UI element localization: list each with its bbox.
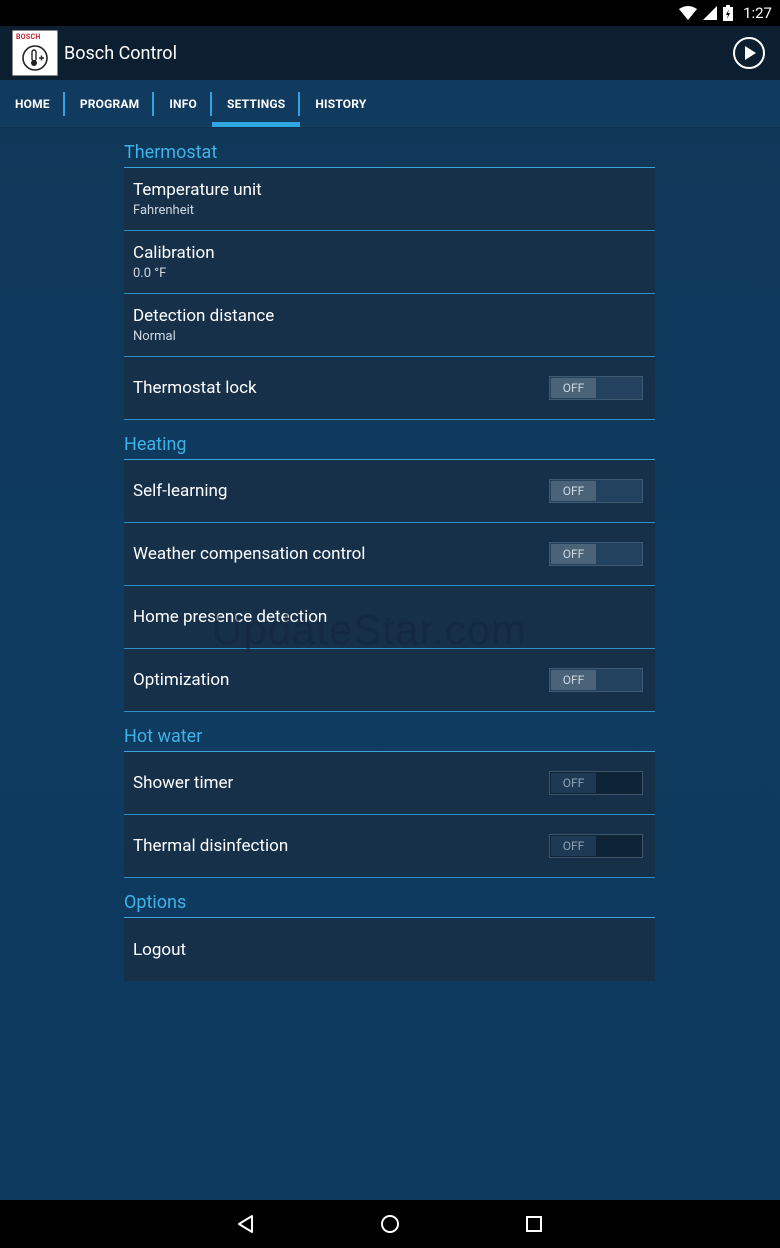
setting-calibration[interactable]: Calibration 0.0 °F xyxy=(124,231,655,294)
section-header-thermostat: Thermostat xyxy=(124,128,655,168)
tab-home[interactable]: HOME xyxy=(0,80,65,127)
cell-signal-icon xyxy=(703,6,718,20)
tab-bar: HOME PROGRAM INFO SETTINGS HISTORY xyxy=(0,80,780,128)
thermostat-icon xyxy=(22,45,48,71)
setting-title: Thermostat lock xyxy=(133,378,257,398)
thermostat-lock-toggle[interactable]: OFF xyxy=(549,376,643,400)
battery-icon xyxy=(723,5,734,21)
setting-value: Normal xyxy=(133,329,176,344)
toggle-state-label: OFF xyxy=(551,544,596,564)
wifi-icon xyxy=(679,6,698,20)
setting-title: Home presence detection xyxy=(133,607,328,627)
back-icon xyxy=(238,1215,253,1233)
app-title: Bosch Control xyxy=(64,42,177,64)
setting-thermostat-lock: Thermostat lock OFF xyxy=(124,357,655,420)
toggle-state-label: OFF xyxy=(551,378,596,398)
settings-list: Thermostat Temperature unit Fahrenheit C… xyxy=(124,128,655,981)
setting-title: Self-learning xyxy=(133,481,228,501)
setting-weather-compensation: Weather compensation control OFF xyxy=(124,523,655,586)
status-bar: 1:27 xyxy=(0,0,780,26)
setting-title: Optimization xyxy=(133,670,230,690)
home-button[interactable] xyxy=(378,1212,402,1236)
setting-home-presence-detection[interactable]: Home presence detection xyxy=(124,586,655,649)
status-time: 1:27 xyxy=(743,4,772,22)
section-header-hot-water: Hot water xyxy=(124,712,655,752)
section-header-options: Options xyxy=(124,878,655,918)
tab-program[interactable]: PROGRAM xyxy=(65,80,155,127)
setting-title: Weather compensation control xyxy=(133,544,366,564)
setting-title: Shower timer xyxy=(133,773,234,793)
toggle-state-label: OFF xyxy=(551,481,596,501)
self-learning-toggle[interactable]: OFF xyxy=(549,479,643,503)
recents-square-icon xyxy=(526,1216,542,1232)
setting-logout[interactable]: Logout xyxy=(124,918,655,981)
tab-info[interactable]: INFO xyxy=(154,80,212,127)
toggle-state-label: OFF xyxy=(551,670,596,690)
shower-timer-toggle[interactable]: OFF xyxy=(549,771,643,795)
setting-title: Temperature unit xyxy=(133,180,262,200)
back-button[interactable] xyxy=(234,1212,258,1236)
section-header-heating: Heating xyxy=(124,420,655,460)
toggle-state-label: OFF xyxy=(551,773,596,793)
navigation-bar xyxy=(0,1200,780,1248)
setting-thermal-disinfection: Thermal disinfection OFF xyxy=(124,815,655,878)
setting-title: Calibration xyxy=(133,243,215,263)
recents-button[interactable] xyxy=(522,1212,546,1236)
setting-value: Fahrenheit xyxy=(133,203,195,218)
setting-shower-timer: Shower timer OFF xyxy=(124,752,655,815)
thermal-disinfection-toggle[interactable]: OFF xyxy=(549,834,643,858)
setting-title: Detection distance xyxy=(133,306,275,326)
setting-temperature-unit[interactable]: Temperature unit Fahrenheit xyxy=(124,168,655,231)
setting-optimization: Optimization OFF xyxy=(124,649,655,712)
setting-self-learning: Self-learning OFF xyxy=(124,460,655,523)
app-logo: BOSCH xyxy=(12,30,58,76)
setting-title: Thermal disinfection xyxy=(133,836,289,856)
setting-value: 0.0 °F xyxy=(133,266,167,281)
logo-brand-text: BOSCH xyxy=(16,33,41,41)
optimization-toggle[interactable]: OFF xyxy=(549,668,643,692)
home-circle-icon xyxy=(381,1215,399,1233)
play-icon[interactable] xyxy=(732,36,766,70)
app-bar: BOSCH Bosch Control xyxy=(0,26,780,80)
tab-history[interactable]: HISTORY xyxy=(300,80,381,127)
toggle-state-label: OFF xyxy=(551,836,596,856)
setting-detection-distance[interactable]: Detection distance Normal xyxy=(124,294,655,357)
setting-title: Logout xyxy=(133,939,187,960)
weather-compensation-toggle[interactable]: OFF xyxy=(549,542,643,566)
tab-settings[interactable]: SETTINGS xyxy=(211,80,301,127)
